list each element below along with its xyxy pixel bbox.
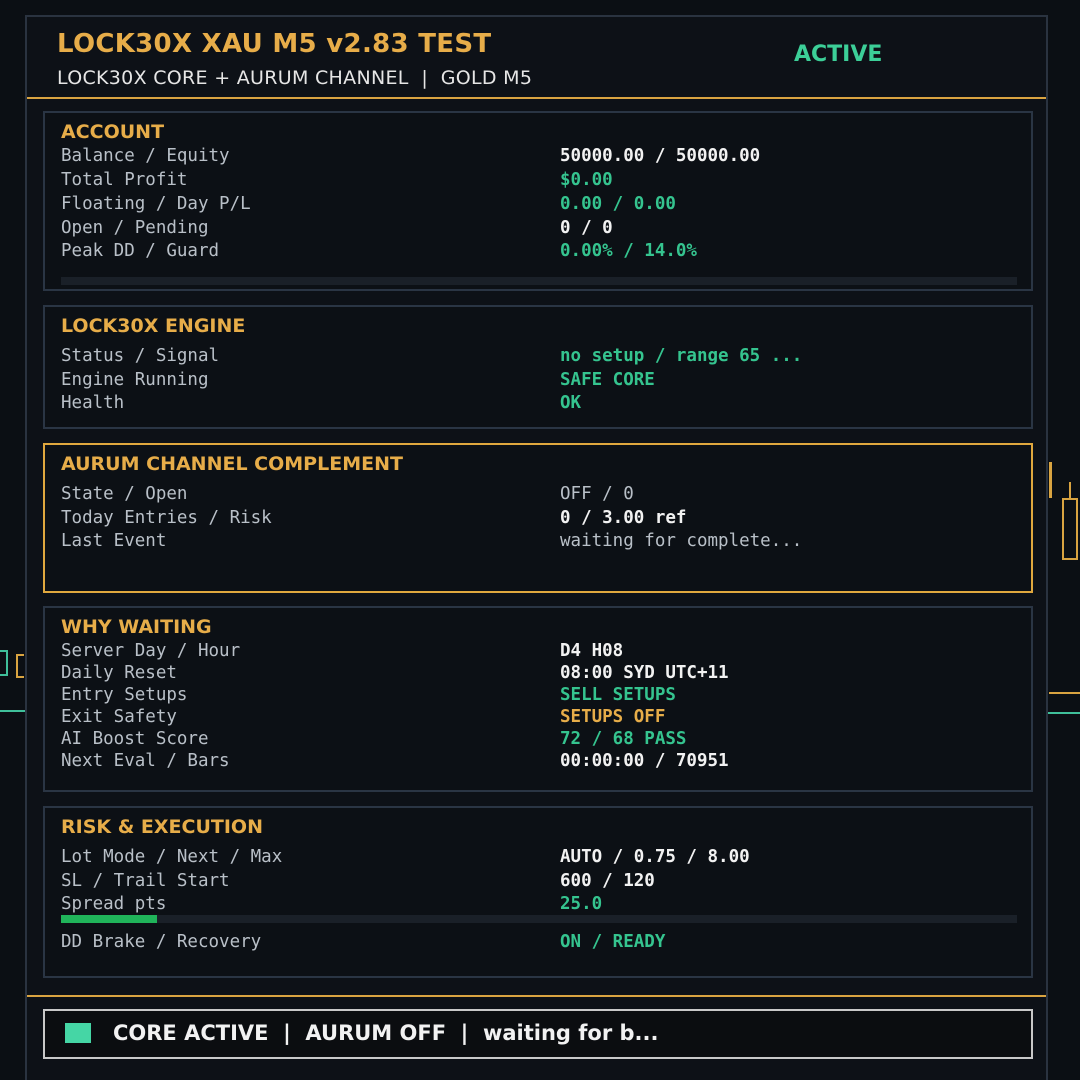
chart-fragment (16, 654, 24, 678)
chart-line-fragment (1048, 712, 1080, 714)
row-label: Open / Pending (61, 218, 209, 238)
row-label: Health (61, 393, 125, 413)
aurum-row-event: Last Event waiting for complete... (61, 531, 1011, 553)
row-label: Total Profit (61, 170, 188, 190)
row-value: waiting for complete... (560, 531, 803, 551)
row-value: 00:00:00 / 70951 (560, 751, 729, 771)
spread-progress-bar (61, 915, 1017, 923)
status-indicator-icon (65, 1023, 91, 1043)
row-value: 0.00% / 14.0% (560, 241, 697, 261)
row-label: Last Event (61, 531, 167, 551)
row-label: Status / Signal (61, 346, 220, 366)
risk-section: RISK & EXECUTION Lot Mode / Next / Max A… (43, 806, 1033, 978)
row-value: 25.0 (560, 894, 603, 914)
row-label: DD Brake / Recovery (61, 932, 262, 952)
account-row-profit: Total Profit $0.00 (61, 170, 1011, 192)
waiting-row-next-eval: Next Eval / Bars 00:00:00 / 70951 (61, 751, 1011, 773)
row-value: 0 / 0 (560, 218, 613, 238)
waiting-row-ai-score: AI Boost Score 72 / 68 PASS (61, 729, 1011, 751)
panel-header: LOCK30X XAU M5 v2.83 TEST LOCK30X CORE +… (27, 17, 1046, 99)
row-value: $0.00 (560, 170, 613, 190)
account-row-open: Open / Pending 0 / 0 (61, 218, 1011, 240)
row-label: Entry Setups (61, 685, 188, 705)
engine-section: LOCK30X ENGINE Status / Signal no setup … (43, 305, 1033, 429)
row-label: Balance / Equity (61, 146, 230, 166)
row-value: OFF / 0 (560, 484, 634, 504)
risk-row-lot: Lot Mode / Next / Max AUTO / 0.75 / 8.00 (61, 847, 1011, 869)
aurum-row-state: State / Open OFF / 0 (61, 484, 1011, 506)
dashboard-panel: LOCK30X XAU M5 v2.83 TEST LOCK30X CORE +… (25, 15, 1048, 1080)
drawdown-progress-bar (61, 277, 1017, 285)
row-label: Engine Running (61, 370, 209, 390)
row-value: OK (560, 393, 582, 413)
row-label: Next Eval / Bars (61, 751, 230, 771)
status-text: CORE ACTIVE | AURUM OFF | waiting for b.… (113, 1021, 659, 1045)
row-value: 50000.00 / 50000.00 (560, 146, 761, 166)
engine-row-status: Status / Signal no setup / range 65 ... (61, 346, 1011, 368)
status-bar: CORE ACTIVE | AURUM OFF | waiting for b.… (43, 1009, 1033, 1059)
row-value: SELL SETUPS (560, 685, 676, 705)
waiting-row-reset: Daily Reset 08:00 SYD UTC+11 (61, 663, 1011, 685)
section-title: WHY WAITING (61, 616, 212, 638)
panel-title: LOCK30X XAU M5 v2.83 TEST (57, 29, 492, 59)
account-row-balance: Balance / Equity 50000.00 / 50000.00 (61, 146, 1011, 168)
waiting-section: WHY WAITING Server Day / Hour D4 H08 Dai… (43, 606, 1033, 792)
chart-candle-wick (1049, 462, 1052, 498)
chart-candle-wick (1069, 482, 1071, 498)
row-label: Server Day / Hour (61, 641, 241, 661)
aurum-section: AURUM CHANNEL COMPLEMENT State / Open OF… (43, 443, 1033, 593)
row-label: SL / Trail Start (61, 871, 230, 891)
waiting-row-server: Server Day / Hour D4 H08 (61, 641, 1011, 663)
row-label: Daily Reset (61, 663, 177, 683)
engine-row-health: Health OK (61, 393, 1011, 415)
risk-row-sl: SL / Trail Start 600 / 120 (61, 871, 1011, 893)
row-value: SAFE CORE (560, 370, 655, 390)
row-label: Lot Mode / Next / Max (61, 847, 283, 867)
chart-candle (1062, 498, 1078, 560)
panel-subtitle: LOCK30X CORE + AURUM CHANNEL | GOLD M5 (57, 67, 533, 89)
chart-line-fragment (1049, 692, 1080, 694)
row-label: Today Entries / Risk (61, 508, 272, 528)
waiting-row-exit: Exit Safety SETUPS OFF (61, 707, 1011, 729)
risk-row-dd-brake: DD Brake / Recovery ON / READY (61, 932, 1011, 954)
section-title: LOCK30X ENGINE (61, 315, 246, 337)
row-value: 72 / 68 PASS (560, 729, 687, 749)
row-label: Peak DD / Guard (61, 241, 220, 261)
row-value: no setup / range 65 ... (560, 346, 803, 366)
section-title: ACCOUNT (61, 121, 165, 143)
row-value: ON / READY (560, 932, 666, 952)
row-value: AUTO / 0.75 / 8.00 (560, 847, 750, 867)
risk-row-spread: Spread pts 25.0 (61, 894, 1011, 916)
account-section: ACCOUNT Balance / Equity 50000.00 / 5000… (43, 111, 1033, 291)
row-value: 0 / 3.00 ref (560, 508, 687, 528)
section-title: AURUM CHANNEL COMPLEMENT (61, 453, 403, 475)
row-label: Floating / Day P/L (61, 194, 251, 214)
row-value: SETUPS OFF (560, 707, 666, 727)
chart-line-fragment (0, 710, 25, 712)
row-label: Exit Safety (61, 707, 177, 727)
aurum-row-entries: Today Entries / Risk 0 / 3.00 ref (61, 508, 1011, 530)
footer-divider (27, 995, 1046, 997)
row-value: 0.00 / 0.00 (560, 194, 676, 214)
engine-row-running: Engine Running SAFE CORE (61, 370, 1011, 392)
chart-fragment (0, 650, 8, 676)
status-badge: ACTIVE (794, 42, 883, 67)
row-value: 08:00 SYD UTC+11 (560, 663, 729, 683)
row-label: Spread pts (61, 894, 167, 914)
row-label: AI Boost Score (61, 729, 209, 749)
row-value: 600 / 120 (560, 871, 655, 891)
account-row-drawdown: Peak DD / Guard 0.00% / 14.0% (61, 241, 1011, 263)
row-value: D4 H08 (560, 641, 624, 661)
row-label: State / Open (61, 484, 188, 504)
waiting-row-entry: Entry Setups SELL SETUPS (61, 685, 1011, 707)
section-title: RISK & EXECUTION (61, 816, 263, 838)
account-row-floating: Floating / Day P/L 0.00 / 0.00 (61, 194, 1011, 216)
spread-progress-fill (61, 915, 157, 923)
